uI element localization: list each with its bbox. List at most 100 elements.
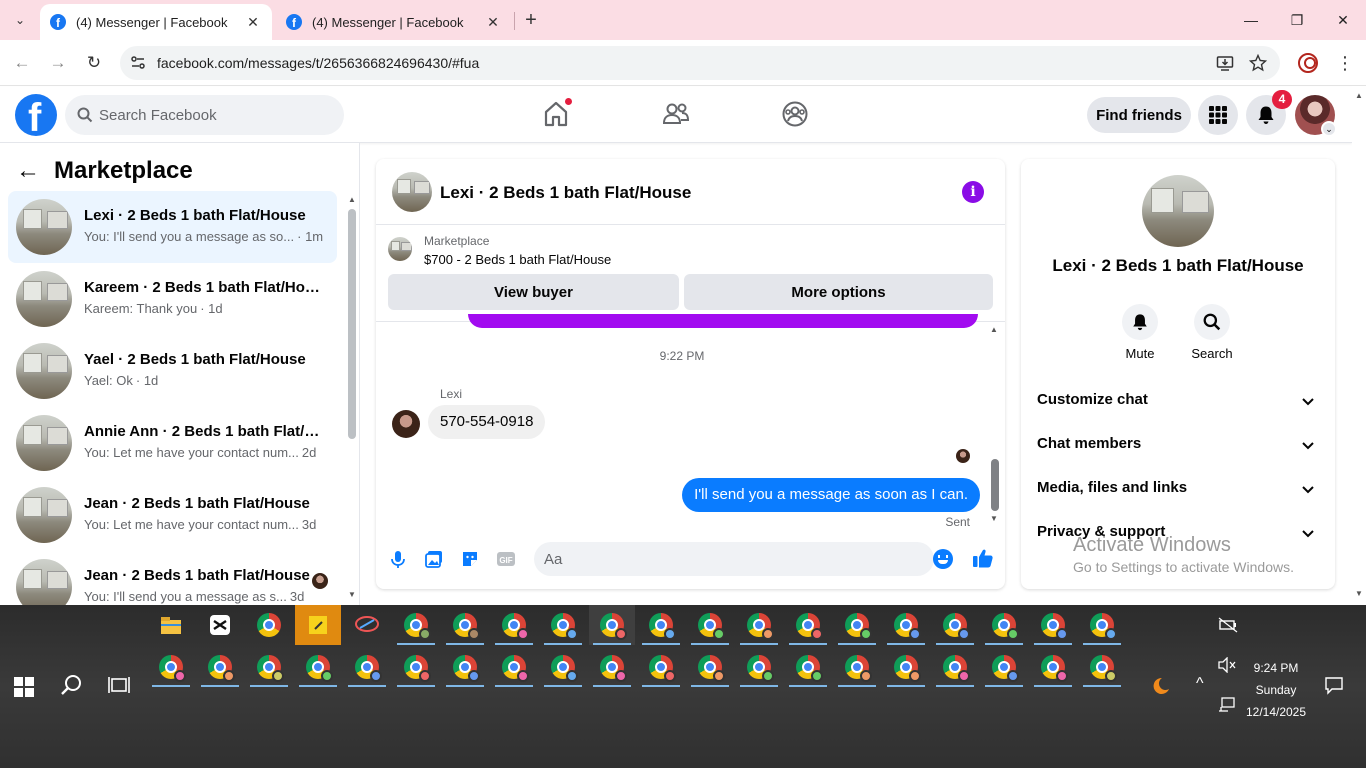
sticky-notes-icon[interactable] (295, 605, 341, 645)
chrome-profile-icon[interactable] (883, 605, 929, 645)
chrome-profile-icon[interactable] (295, 647, 341, 687)
sticker-icon[interactable] (460, 549, 480, 569)
nav-friends[interactable] (661, 99, 691, 129)
reload-button[interactable]: ↻ (82, 51, 106, 75)
incoming-message[interactable]: 570-554-0918 (428, 405, 546, 439)
chrome-profile-icon[interactable] (981, 605, 1027, 645)
listing-avatar[interactable] (1142, 175, 1214, 247)
back-arrow-icon[interactable]: ← (16, 157, 40, 185)
site-settings-icon[interactable] (130, 55, 146, 71)
chat-members-row[interactable]: Chat members (1037, 435, 1319, 459)
tab-search-button[interactable]: ⌄ (8, 9, 32, 31)
chrome-profile-icon[interactable] (1079, 647, 1125, 687)
chrome-profile-icon[interactable] (540, 605, 586, 645)
chrome-profile-icon[interactable] (981, 647, 1027, 687)
emoji-icon[interactable] (933, 549, 953, 569)
chrome-profile-icon[interactable] (442, 605, 488, 645)
browser-menu-icon[interactable]: ⋮ (1336, 52, 1354, 74)
file-explorer-icon[interactable] (148, 605, 194, 645)
chrome-profile-icon[interactable] (344, 647, 390, 687)
bookmark-star-icon[interactable] (1249, 54, 1267, 72)
conversation-item[interactable]: Lexi · 2 Beds 1 bath Flat/House You: I'l… (8, 191, 337, 263)
conversation-item[interactable]: Jean · 2 Beds 1 bath Flat/House You: Let… (8, 479, 337, 551)
system-clock[interactable]: 9:24 PM Sunday 12/14/2025 (1240, 657, 1312, 723)
gif-icon[interactable]: GIF (496, 549, 516, 569)
chrome-profile-icon[interactable] (932, 605, 978, 645)
conversation-item[interactable]: Jean · 2 Beds 1 bath Flat/House You: I'l… (8, 551, 337, 605)
message-input[interactable] (544, 542, 914, 576)
browser-tab[interactable]: f (4) Messenger | Facebook ✕ (276, 4, 512, 40)
nav-home[interactable] (541, 97, 573, 129)
customize-chat-row[interactable]: Customize chat (1037, 391, 1319, 415)
speaker-muted-icon[interactable] (1218, 657, 1236, 673)
chrome-profile-icon[interactable] (393, 647, 439, 687)
restore-button[interactable]: ❐ (1274, 8, 1320, 32)
chrome-profile-icon[interactable] (834, 605, 880, 645)
search-icon[interactable] (60, 673, 84, 697)
chrome-profile-icon[interactable] (148, 647, 194, 687)
chrome-profile-icon[interactable] (1030, 605, 1076, 645)
conversation-item[interactable]: Yael · 2 Beds 1 bath Flat/House Yael: Ok… (8, 335, 337, 407)
close-tab-icon[interactable]: ✕ (244, 14, 262, 31)
marketplace-listing-row[interactable]: Marketplace $700 - 2 Beds 1 bath Flat/Ho… (376, 225, 1005, 275)
chrome-icon[interactable] (246, 605, 292, 645)
chrome-profile-icon[interactable] (785, 605, 831, 645)
close-tab-icon[interactable]: ✕ (484, 14, 502, 31)
conversation-item[interactable]: Kareem · 2 Beds 1 bath Flat/House Kareem… (8, 263, 337, 335)
chrome-profile-icon[interactable] (197, 647, 243, 687)
listing-thumbnail[interactable] (392, 172, 432, 212)
outgoing-message[interactable]: I'll send you a message as soon as I can… (682, 478, 980, 512)
chrome-profile-icon[interactable] (932, 647, 978, 687)
minimize-button[interactable]: — (1228, 8, 1274, 32)
menu-button[interactable] (1198, 95, 1238, 135)
find-friends-button[interactable]: Find friends (1087, 97, 1191, 133)
chrome-profile-icon[interactable] (638, 605, 684, 645)
windows-start-icon[interactable] (14, 677, 34, 697)
search-action[interactable]: Search (1182, 304, 1242, 361)
close-window-button[interactable]: ✕ (1320, 8, 1366, 32)
like-thumbs-up-icon[interactable] (972, 547, 994, 569)
browser-tab-active[interactable]: f (4) Messenger | Facebook ✕ (40, 4, 272, 40)
chrome-profile-icon[interactable] (589, 647, 635, 687)
info-icon[interactable]: i (962, 181, 984, 203)
chrome-profile-icon[interactable] (687, 647, 733, 687)
search-input[interactable] (99, 95, 329, 135)
facebook-search[interactable] (65, 95, 344, 135)
new-tab-button[interactable]: + (520, 8, 542, 32)
sender-avatar[interactable] (392, 410, 420, 438)
conversation-item[interactable]: Annie Ann · 2 Beds 1 bath Flat/H... You:… (8, 407, 337, 479)
more-options-button[interactable]: More options (684, 274, 993, 310)
install-app-icon[interactable] (1216, 54, 1234, 72)
page-scrollbar[interactable]: ▲ ▼ (1352, 87, 1366, 605)
chat-title[interactable]: Lexi · 2 Beds 1 bath Flat/House (440, 183, 691, 203)
media-files-links-row[interactable]: Media, files and links (1037, 479, 1319, 503)
network-icon[interactable] (1218, 697, 1236, 713)
chrome-profile-icon[interactable] (1030, 647, 1076, 687)
view-buyer-button[interactable]: View buyer (388, 274, 679, 310)
chevron-down-icon[interactable]: ⌄ (1321, 121, 1337, 137)
chrome-profile-icon[interactable] (883, 647, 929, 687)
photo-icon[interactable] (424, 549, 444, 569)
chrome-profile-icon[interactable] (687, 605, 733, 645)
address-bar[interactable]: facebook.com/messages/t/2656366824696430… (120, 46, 1280, 80)
task-view-icon[interactable] (108, 675, 130, 695)
capcut-icon[interactable] (197, 605, 243, 645)
chrome-profile-icon[interactable] (1079, 605, 1125, 645)
battery-icon[interactable] (1218, 617, 1238, 633)
nav-groups[interactable] (780, 99, 810, 129)
back-button[interactable]: ← (10, 51, 34, 75)
chrome-profile-icon[interactable] (638, 647, 684, 687)
conversation-list-scrollbar[interactable]: ▲ ▼ (347, 195, 357, 605)
night-light-icon[interactable] (1152, 677, 1170, 695)
chrome-profile-icon[interactable] (393, 605, 439, 645)
forward-button[interactable]: → (46, 51, 70, 75)
chrome-profile-icon[interactable] (785, 647, 831, 687)
facebook-logo[interactable]: f (15, 94, 57, 136)
chrome-profile-icon[interactable] (736, 605, 782, 645)
chrome-profile-icon[interactable] (246, 647, 292, 687)
snipping-tool-icon[interactable] (344, 605, 390, 645)
chrome-profile-icon[interactable] (834, 647, 880, 687)
thread-scrollbar[interactable]: ▲ ▼ (989, 322, 1001, 532)
chrome-profile-icon[interactable] (491, 647, 537, 687)
mute-action[interactable]: Mute (1110, 304, 1170, 361)
